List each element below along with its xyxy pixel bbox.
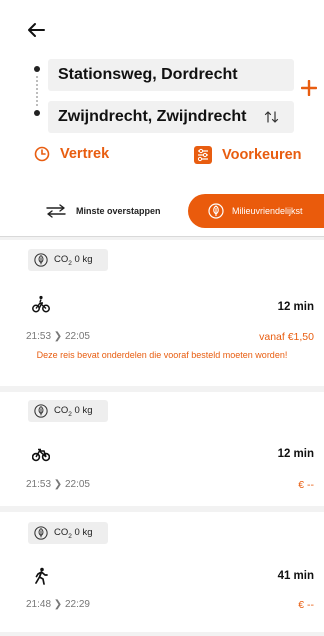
transfer-arrows-icon: [46, 204, 66, 218]
bicycle-icon: [32, 448, 50, 462]
time-range: 21:53 ❯ 22:05: [26, 331, 90, 342]
destination-field[interactable]: Zwijndrecht, Zwijndrecht: [48, 101, 294, 133]
plus-icon: [301, 80, 317, 96]
booking-warning: Deze reis bevat onderdelen die vooraf be…: [36, 350, 288, 360]
time-range: 21:48 ❯ 22:29: [26, 599, 90, 610]
price: vanaf €1,50: [259, 331, 314, 343]
swap-vertical-icon[interactable]: [264, 110, 280, 124]
bicycle-person-icon: [32, 295, 50, 313]
walking-icon: [35, 567, 48, 585]
co2-text: CO2 0 kg: [54, 526, 93, 540]
sliders-icon: [194, 146, 212, 164]
search-header: Stationsweg, Dordrecht Zwijndrecht, Zwij…: [0, 0, 324, 236]
price: € --: [298, 599, 314, 611]
add-via-button[interactable]: [299, 78, 319, 98]
destination-text: Zwijndrecht, Zwijndrecht: [58, 108, 247, 125]
leaf-icon: [34, 404, 48, 418]
sort-eco-friendly-label: Milieuvriendelijkst: [232, 206, 303, 216]
co2-badge: CO2 0 kg: [28, 400, 108, 422]
preferences-label: Voorkeuren: [222, 147, 302, 163]
clock-icon: [34, 146, 50, 162]
co2-badge: CO2 0 kg: [28, 249, 108, 271]
origin-text: Stationsweg, Dordrecht: [58, 66, 238, 83]
leaf-icon: [34, 526, 48, 540]
departure-label: Vertrek: [60, 146, 110, 162]
back-button[interactable]: [24, 18, 48, 42]
arrow-left-icon: [28, 23, 45, 37]
duration: 12 min: [277, 301, 314, 313]
sort-eco-friendly[interactable]: Milieuvriendelijkst: [188, 194, 324, 228]
price: € --: [298, 479, 314, 491]
leaf-icon: [34, 253, 48, 267]
origin-field[interactable]: Stationsweg, Dordrecht: [48, 59, 294, 91]
departure-option[interactable]: Vertrek: [34, 146, 109, 162]
duration: 12 min: [277, 448, 314, 460]
duration: 41 min: [277, 570, 314, 582]
sort-fewest-transfers[interactable]: Minste overstappen: [44, 194, 161, 228]
preferences-option[interactable]: Voorkeuren: [194, 146, 302, 164]
sort-fewest-transfers-label: Minste overstappen: [76, 206, 161, 216]
co2-text: CO2 0 kg: [54, 253, 93, 267]
co2-badge: CO2 0 kg: [28, 522, 108, 544]
result-item[interactable]: CO2 0 kg 12 min 21:53 ❯ 22:05 vanaf €1,5…: [0, 240, 324, 386]
result-item[interactable]: CO2 0 kg 41 min 21:48 ❯ 22:29 € --: [0, 512, 324, 632]
time-range: 21:53 ❯ 22:05: [26, 479, 90, 490]
co2-text: CO2 0 kg: [54, 404, 93, 418]
leaf-icon: [208, 203, 224, 219]
route-dots: [34, 66, 40, 118]
divider: [0, 236, 324, 237]
result-item[interactable]: CO2 0 kg 12 min 21:53 ❯ 22:05 € --: [0, 392, 324, 506]
